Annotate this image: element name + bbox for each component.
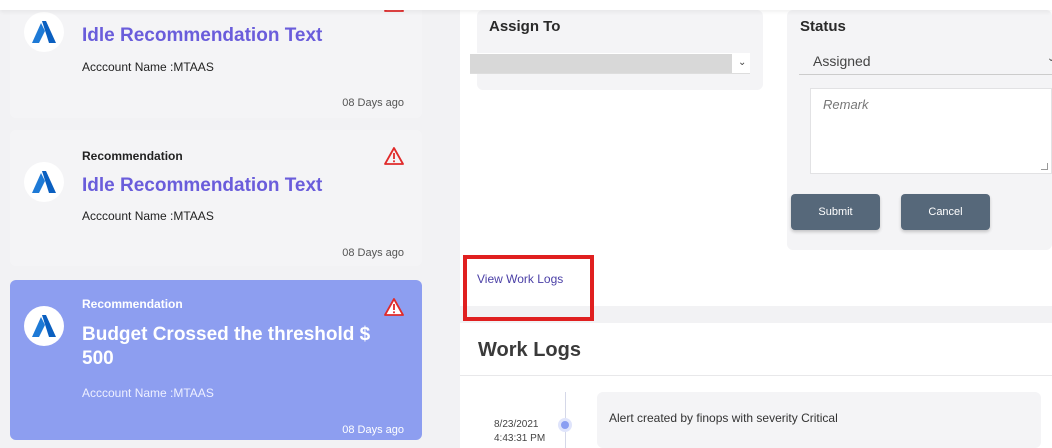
recommendation-type: Recommendation [82,297,183,311]
timeline-dot-icon [558,418,572,432]
highlight-box [463,255,594,321]
azure-logo-icon [24,12,64,52]
assign-to-label: Assign To [489,18,561,35]
status-label: Status [800,18,846,35]
divider [460,375,1052,376]
log-time: 4:43:31 PM [494,433,546,444]
recommendation-title: Idle Recommendation Text [82,175,323,196]
recommendation-age: 08 Days ago [342,97,404,109]
recommendation-card[interactable]: Recommendation Idle Recommendation Text … [10,130,422,266]
recommendation-title: Budget Crossed the threshold $ 500 [82,324,371,369]
account-name: Acccount Name :MTAAS [82,209,214,223]
warning-triangle-icon [384,147,404,165]
recommendation-card-active[interactable]: Recommendation Budget Crossed the thresh… [10,280,422,440]
azure-logo-icon [24,162,64,202]
azure-logo-icon [24,306,64,346]
log-timestamp: 8/23/2021 4:43:31 PM [494,418,545,446]
warning-triangle-icon [384,298,404,316]
submit-button[interactable]: Submit [791,194,880,230]
recommendation-title: Idle Recommendation Text [82,25,323,46]
log-entry: Alert created by finops with severity Cr… [597,392,1041,448]
account-name: Acccount Name :MTAAS [82,386,214,400]
account-name: Acccount Name :MTAAS [82,60,214,74]
status-value: Assigned [813,53,871,69]
recommendation-type: Recommendation [82,149,183,163]
remark-textarea[interactable]: Remark [810,88,1052,174]
work-logs-title: Work Logs [478,339,581,361]
remark-placeholder: Remark [823,97,869,112]
recommendation-age: 08 Days ago [342,424,404,436]
recommendation-card[interactable]: Idle Recommendation Text Acccount Name :… [10,0,422,118]
assign-to-select[interactable]: ⌄ [470,53,750,74]
cancel-button[interactable]: Cancel [901,194,990,230]
chevron-down-icon: ⌄ [738,57,747,68]
recommendation-age: 08 Days ago [342,247,404,259]
log-date: 8/23/2021 [494,419,539,430]
assign-to-value [470,54,732,73]
log-message: Alert created by finops with severity Cr… [609,411,838,425]
status-select[interactable]: Assigned ⌄ [799,47,1052,75]
resize-handle-icon[interactable] [1041,163,1048,170]
top-bar [0,0,1052,10]
chevron-down-icon: ⌄ [1047,53,1052,64]
